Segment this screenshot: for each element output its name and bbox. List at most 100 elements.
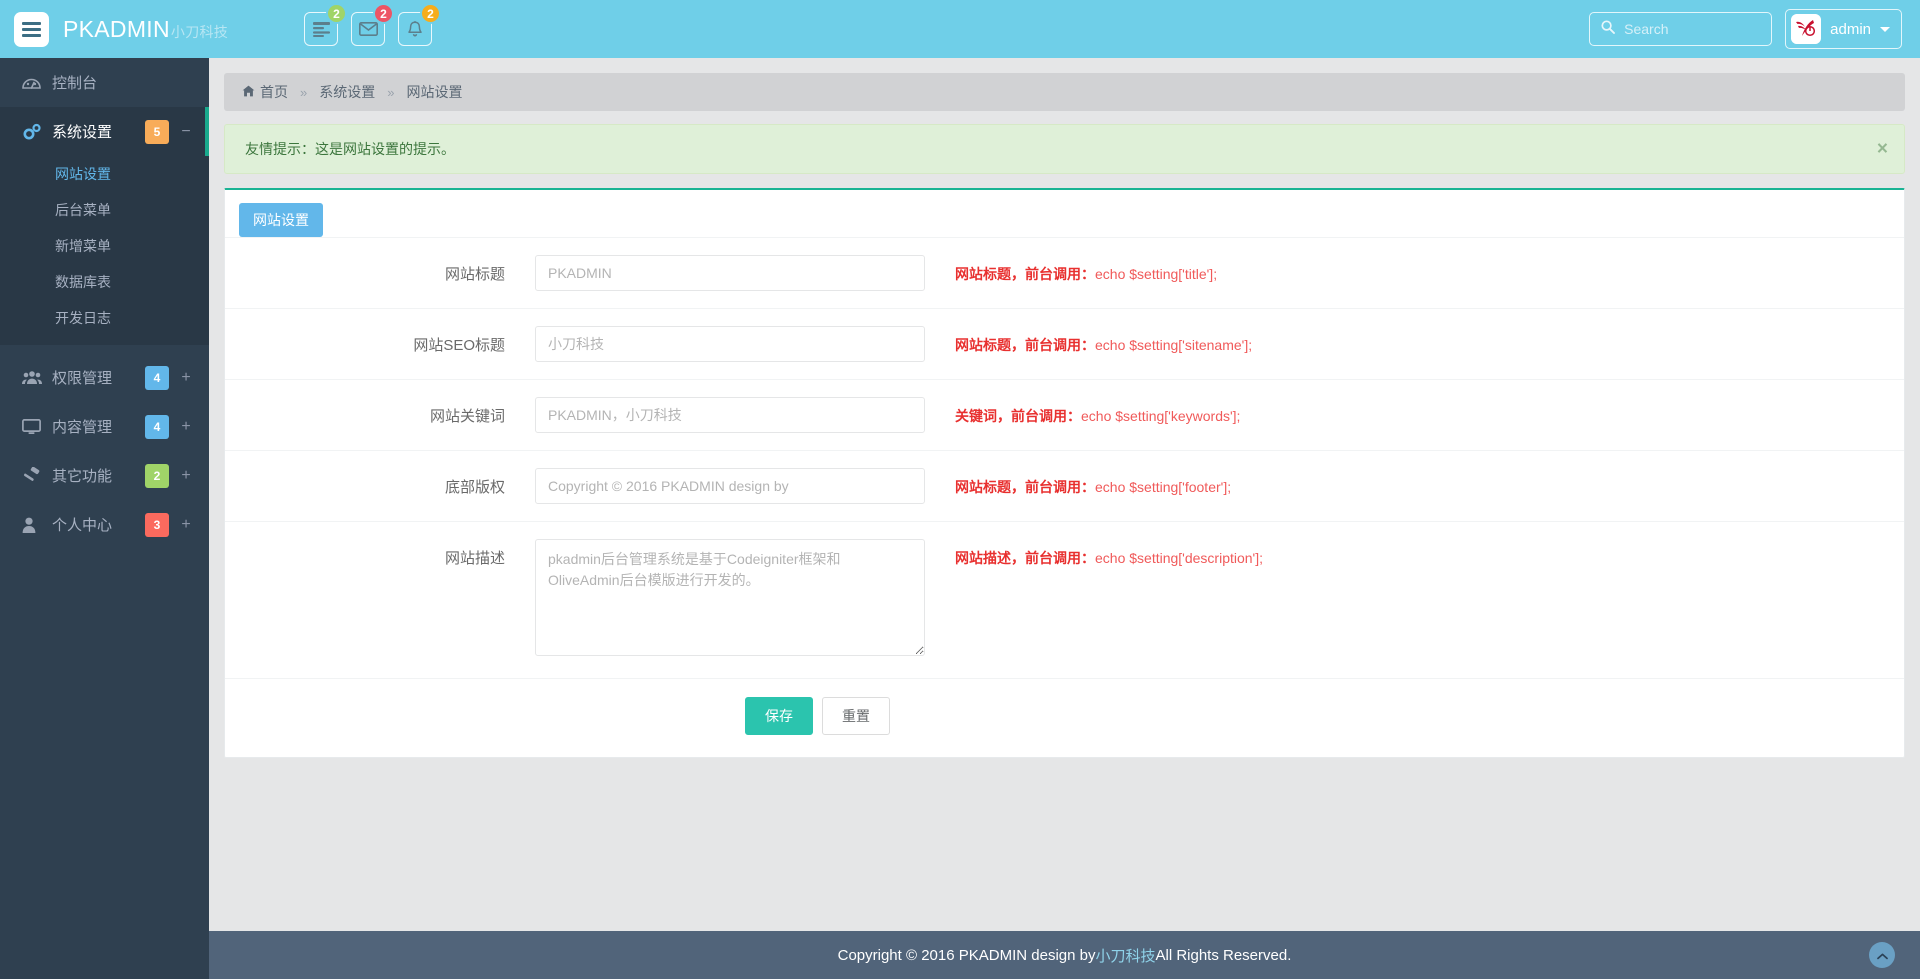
- footer-link[interactable]: 小刀科技: [1095, 945, 1155, 966]
- expand-toggle-icon[interactable]: +: [181, 516, 191, 534]
- help-code: echo $setting['sitename'];: [1095, 337, 1253, 353]
- home-icon: [242, 84, 255, 100]
- breadcrumb-separator: »: [387, 84, 395, 100]
- form-row-keywords: 网站关键词 关键词，前台调用：echo $setting['keywords']…: [225, 379, 1904, 450]
- sidebar-subitem-dev-log[interactable]: 开发日志: [0, 300, 209, 336]
- avatar: [1791, 14, 1822, 44]
- label-site-title: 网站标题: [444, 266, 505, 283]
- tasks-icon: [312, 21, 330, 37]
- help-keywords: 关键词，前台调用：echo $setting['keywords'];: [925, 397, 1240, 426]
- gears-icon: [22, 123, 44, 141]
- navbar-icon-group: 2 2 2: [304, 3, 441, 46]
- brand-logo[interactable]: PKADMIN小刀科技: [63, 16, 228, 43]
- breadcrumb-level2[interactable]: 系统设置: [319, 82, 375, 102]
- help-site-title: 网站标题，前台调用：echo $setting['title'];: [925, 255, 1217, 284]
- footer-text-after: All Rights Reserved.: [1155, 946, 1292, 964]
- keywords-input[interactable]: [535, 397, 925, 433]
- user-menu[interactable]: admin: [1785, 9, 1902, 49]
- notifications-badge: 2: [420, 3, 441, 24]
- navbar-left: PKADMIN小刀科技: [0, 11, 228, 47]
- expand-toggle-icon[interactable]: +: [181, 369, 191, 387]
- search-box[interactable]: [1589, 12, 1773, 46]
- sidebar-item-permissions[interactable]: 权限管理 4 +: [0, 353, 209, 402]
- sidebar-item-label: 权限管理: [52, 370, 113, 387]
- user-icon: [22, 517, 44, 533]
- label-seo-title: 网站SEO标题: [413, 337, 505, 354]
- help-description: 网站描述，前台调用：echo $setting['description'];: [925, 539, 1263, 568]
- help-code: echo $setting['keywords'];: [1081, 408, 1241, 424]
- sidebar-item-system-settings[interactable]: 系统设置 5 −: [0, 107, 209, 156]
- field-site-title-wrap: [535, 255, 925, 291]
- breadcrumb-level3: 网站设置: [406, 84, 463, 100]
- hammer-icon: [22, 467, 44, 484]
- sidebar-badge: 2: [145, 463, 169, 488]
- form-row-seo-title: 网站SEO标题 网站标题，前台调用：echo $setting['sitenam…: [225, 308, 1904, 379]
- tasks-button-wrap: 2: [304, 3, 347, 46]
- description-textarea[interactable]: [535, 539, 925, 656]
- settings-panel: 网站设置 网站标题 网站标题，前台调用：echo $setting['title…: [224, 188, 1905, 758]
- help-label: 网站标题，前台调用：: [955, 337, 1095, 353]
- sidebar-submenu-system: 网站设置 后台菜单 新增菜单 数据库表 开发日志: [0, 156, 209, 345]
- sidebar-item-label: 控制台: [52, 75, 98, 92]
- brand-name: PKADMIN: [63, 15, 170, 42]
- sidebar-item-label: 系统设置: [52, 124, 113, 141]
- breadcrumb-home[interactable]: 首页: [242, 82, 288, 102]
- label-footer-copyright: 底部版权: [444, 479, 505, 496]
- sidebar-item-label: 个人中心: [52, 517, 113, 534]
- sidebar-subitem-backend-menu[interactable]: 后台菜单: [0, 192, 209, 228]
- help-seo-title: 网站标题，前台调用：echo $setting['sitename'];: [925, 326, 1252, 355]
- scroll-to-top-button[interactable]: [1869, 942, 1895, 968]
- sidebar-item-profile[interactable]: 个人中心 3 +: [0, 500, 209, 549]
- sidebar-badge: 5: [145, 119, 169, 144]
- help-label: 网站描述，前台调用：: [955, 550, 1095, 566]
- messages-badge: 2: [373, 3, 394, 24]
- footer-copyright-input[interactable]: [535, 468, 925, 504]
- search-input[interactable]: [1624, 21, 1761, 37]
- sidebar-subitem-database-tables[interactable]: 数据库表: [0, 264, 209, 300]
- sidebar-badge: 3: [145, 512, 169, 537]
- collapse-toggle-icon[interactable]: −: [181, 123, 191, 141]
- search-icon: [1601, 19, 1616, 39]
- desktop-icon: [22, 418, 44, 435]
- breadcrumb: 首页 » 系统设置 » 网站设置: [224, 73, 1905, 111]
- sidebar-item-dashboard[interactable]: 控制台: [0, 58, 209, 107]
- messages-button-wrap: 2: [351, 3, 394, 46]
- panel-tab-bar: 网站设置: [225, 190, 1904, 237]
- expand-toggle-icon[interactable]: +: [181, 418, 191, 436]
- label-description: 网站描述: [444, 550, 505, 567]
- help-footer-copyright: 网站标题，前台调用：echo $setting['footer'];: [925, 468, 1231, 497]
- sidebar-subitem-add-menu[interactable]: 新增菜单: [0, 228, 209, 264]
- hamburger-icon[interactable]: [14, 11, 49, 47]
- tasks-badge: 2: [326, 3, 347, 24]
- expand-toggle-icon[interactable]: +: [181, 467, 191, 485]
- save-button[interactable]: 保存: [745, 697, 813, 735]
- label-keywords: 网站关键词: [429, 408, 505, 425]
- chevron-up-icon: [1876, 947, 1888, 964]
- sidebar-item-content[interactable]: 内容管理 4 +: [0, 402, 209, 451]
- seo-title-input[interactable]: [535, 326, 925, 362]
- dashboard-icon: [22, 75, 44, 91]
- notifications-button-wrap: 2: [398, 3, 441, 46]
- brand-subtitle: 小刀科技: [170, 23, 229, 40]
- close-icon[interactable]: ×: [1877, 140, 1888, 159]
- bell-icon: [407, 20, 423, 38]
- user-name: admin: [1830, 20, 1871, 38]
- sidebar-item-other-functions[interactable]: 其它功能 2 +: [0, 451, 209, 500]
- reset-button[interactable]: 重置: [822, 697, 890, 735]
- sidebar-badge: 4: [145, 414, 169, 439]
- site-title-input[interactable]: [535, 255, 925, 291]
- form-row-description: 网站描述 网站描述，前台调用：echo $setting['descriptio…: [225, 521, 1904, 678]
- help-label: 网站标题，前台调用：: [955, 266, 1095, 282]
- help-code: echo $setting['title'];: [1095, 266, 1218, 282]
- navbar-right: admin: [1589, 9, 1920, 49]
- sidebar-subitem-site-settings[interactable]: 网站设置: [0, 156, 209, 192]
- tab-site-settings[interactable]: 网站设置: [239, 203, 323, 237]
- alert-text: 友情提示：这是网站设置的提示。: [245, 141, 455, 157]
- field-footer-copyright-wrap: [535, 468, 925, 504]
- alert-banner: 友情提示：这是网站设置的提示。 ×: [224, 124, 1905, 174]
- breadcrumb-separator: »: [300, 84, 308, 100]
- caret-down-icon: [1880, 26, 1890, 32]
- sidebar-badge: 4: [145, 365, 169, 390]
- users-icon: [22, 370, 44, 385]
- field-description-wrap: [535, 539, 925, 661]
